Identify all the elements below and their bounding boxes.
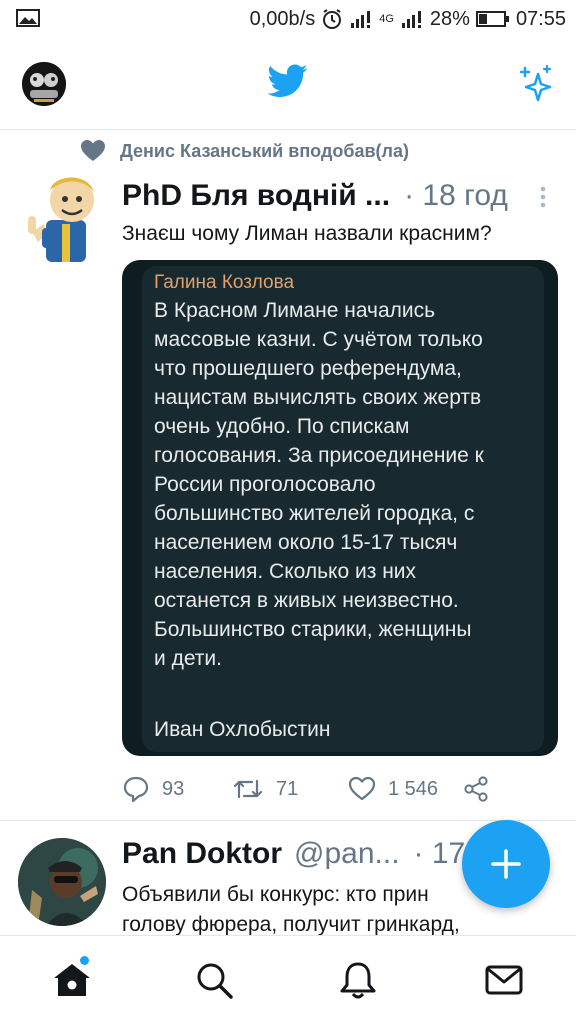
- tweet-header-2: Pan Doktor @pan... · 17: [122, 834, 465, 874]
- tweet-text: Знаєш чому Лиман назвали красним?: [122, 222, 492, 245]
- tweet-actions: 93 71 1 546: [122, 772, 562, 806]
- author-handle-2[interactable]: @pan...: [294, 837, 400, 871]
- network-speed: 0,00b/s: [249, 7, 316, 30]
- signal-icon: [351, 11, 371, 28]
- battery-icon: [475, 11, 509, 27]
- author-name[interactable]: PhD Бля водній ...: [122, 179, 390, 213]
- message-line: большинство жителей городка, с: [154, 502, 475, 525]
- battery-percent: 28%: [429, 7, 470, 30]
- message-line: населения. Сколько из них: [154, 560, 417, 583]
- search-icon[interactable]: [192, 958, 236, 1002]
- plus-icon: [491, 849, 521, 879]
- reply-count: 93: [162, 777, 185, 800]
- retweet-count: 71: [276, 777, 299, 800]
- network-type: 4G: [379, 13, 394, 25]
- more-options-icon[interactable]: [536, 184, 550, 210]
- alarm-icon: [323, 9, 342, 29]
- signal-icon-2: [401, 11, 421, 28]
- message-line: В Красном Лимане начались: [154, 299, 436, 322]
- share-icon[interactable]: [462, 775, 490, 803]
- home-icon[interactable]: [50, 958, 94, 1002]
- social-context-text: Денис Казанський вподобав(ла): [120, 140, 409, 161]
- tweet-divider: [0, 820, 576, 821]
- like-button[interactable]: 1 546: [348, 772, 438, 806]
- top-app-bar: [0, 38, 576, 130]
- messages-icon[interactable]: [482, 958, 526, 1002]
- message-text: В Красном Лимане начались массовые казни…: [154, 296, 540, 673]
- message-line: голосования. За присоединение к: [154, 444, 484, 467]
- message-line: нацистам вычислять своих жертв: [154, 386, 482, 409]
- message-line: и дети.: [154, 647, 222, 670]
- home-notification-dot: [80, 956, 89, 965]
- message-line: останется в живых неизвестно.: [154, 589, 459, 612]
- avatar-image: [22, 62, 66, 106]
- avatar-image: [18, 838, 106, 926]
- profile-avatar[interactable]: [22, 62, 66, 106]
- tweet-time[interactable]: · 18 год: [404, 179, 508, 213]
- image-notification-icon: [16, 9, 40, 27]
- social-context: Денис Казанський вподобав(ла): [80, 138, 409, 164]
- tweet-time-2[interactable]: · 17: [414, 837, 466, 871]
- retweet-button[interactable]: 71: [232, 772, 298, 806]
- clock: 07:55: [515, 7, 566, 30]
- bottom-navigation: [0, 935, 576, 1024]
- like-icon: [348, 776, 376, 801]
- tweet-header: PhD Бля водній ... · 18 год: [122, 176, 552, 216]
- retweet-icon: [233, 779, 263, 799]
- message-line: что прошедшего референдума,: [154, 357, 462, 380]
- reply-button[interactable]: 93: [122, 772, 184, 806]
- message-line: массовые казни. С учётом только: [154, 328, 483, 351]
- heart-icon: [81, 140, 105, 161]
- author-avatar-2[interactable]: [18, 838, 106, 926]
- status-bar: 0,00b/s 4G 28% 07:55: [0, 0, 576, 38]
- twitter-bird-icon[interactable]: [268, 64, 308, 98]
- author-name-2[interactable]: Pan Doktor: [122, 837, 282, 871]
- author-avatar[interactable]: [18, 172, 108, 264]
- message-line: Большинство старики, женщины: [154, 618, 472, 641]
- message-signature: Иван Охлобыстин: [154, 718, 331, 741]
- sparkle-icon[interactable]: [516, 64, 556, 104]
- tweet-media-image[interactable]: Галина Козлова В Красном Лимане начались…: [122, 260, 558, 756]
- message-line: России проголосовало: [154, 473, 376, 496]
- message-author: Галина Козлова: [154, 272, 295, 293]
- notifications-icon[interactable]: [336, 958, 380, 1002]
- like-count: 1 546: [388, 777, 439, 800]
- reply-icon: [123, 776, 149, 803]
- message-line: населением около 15-17 тысяч: [154, 531, 458, 554]
- compose-tweet-button[interactable]: [462, 820, 550, 908]
- message-line: очень удобно. По спискам: [154, 415, 410, 438]
